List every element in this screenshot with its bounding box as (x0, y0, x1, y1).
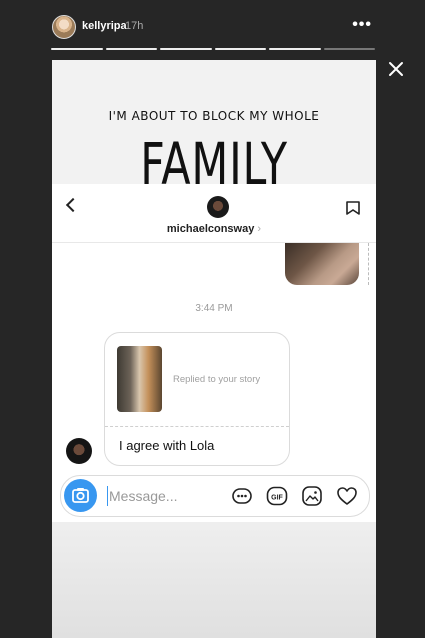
dm-header: michaelconsway › (52, 184, 376, 243)
story-header: kellyripa 17h ••• (0, 0, 425, 58)
replied-label: Replied to your story (173, 374, 261, 385)
progress-segment (269, 48, 321, 50)
camera-icon (72, 488, 89, 503)
sent-photo-thumbnail[interactable] (285, 243, 359, 285)
message-text: I agree with Lola (119, 438, 215, 453)
gallery-icon[interactable] (301, 485, 323, 507)
story-timestamp: 17h (125, 20, 144, 32)
story-user-avatar[interactable] (52, 15, 76, 39)
text-cursor (107, 486, 108, 506)
more-options-icon[interactable]: ••• (352, 16, 372, 34)
caption-line-1: I'M ABOUT TO BLOCK MY WHOLE (108, 109, 320, 123)
progress-segment (214, 48, 266, 50)
heart-icon[interactable] (336, 485, 358, 507)
bubble-divider (105, 426, 289, 427)
story-username[interactable]: kellyripa (82, 20, 127, 32)
back-chevron-icon[interactable] (65, 197, 81, 213)
progress-segment (51, 48, 103, 50)
progress-segment (160, 48, 212, 50)
scroll-indicator (368, 243, 369, 285)
story-thumbnail[interactable] (117, 346, 162, 412)
flag-icon[interactable] (344, 200, 362, 218)
story-card[interactable]: I'M ABOUT TO BLOCK MY WHOLE FAMILY micha… (52, 60, 376, 638)
dm-screenshot: michaelconsway › 3:44 PM Replied to your… (52, 184, 376, 522)
close-icon[interactable] (388, 61, 404, 82)
message-composer: GIF (60, 475, 370, 517)
message-timestamp: 3:44 PM (195, 303, 233, 314)
progress-segment (323, 48, 375, 50)
story-reply-bubble[interactable]: Replied to your story I agree with Lola (104, 332, 290, 466)
dm-avatar[interactable] (207, 196, 229, 218)
gif-icon[interactable]: GIF (266, 485, 288, 507)
sender-avatar[interactable] (66, 438, 92, 464)
gif-label: GIF (271, 495, 283, 502)
dm-username-row[interactable]: michaelconsway › (52, 223, 376, 235)
sticker-icon[interactable] (231, 485, 253, 507)
progress-segment (105, 48, 157, 50)
chevron-right-icon: › (257, 223, 262, 235)
message-input[interactable] (109, 482, 229, 510)
dm-username: michaelconsway (166, 223, 255, 235)
story-progress-bar (51, 48, 375, 50)
camera-button[interactable] (64, 479, 97, 512)
